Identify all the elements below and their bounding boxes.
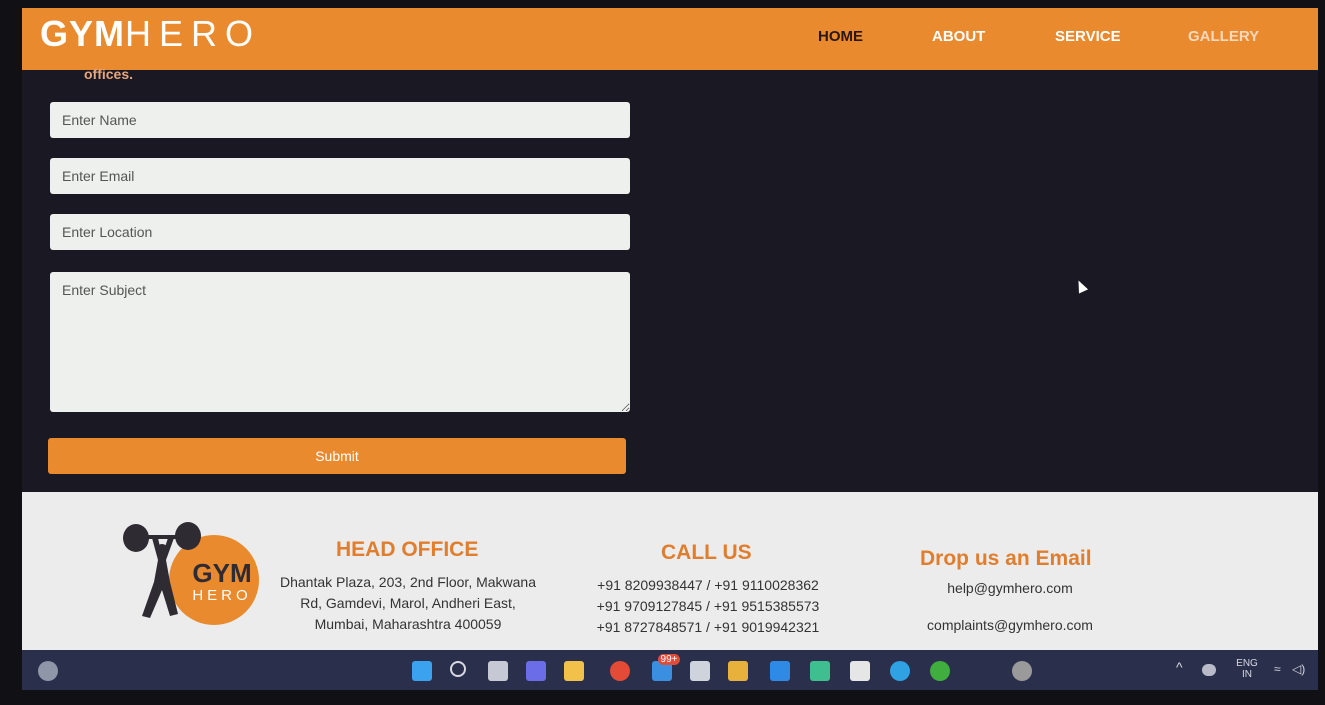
nav-gallery[interactable]: GALLERY [1188, 28, 1259, 45]
phone-line[interactable]: +91 8727848571 / +91 9019942321 [578, 617, 838, 638]
call-us-title: CALL US [661, 541, 752, 564]
windows-taskbar: 99+ ^ ENG IN ≈ ◁) [22, 650, 1318, 690]
language-indicator[interactable]: ENG IN [1232, 658, 1262, 680]
notion-icon[interactable] [850, 661, 870, 681]
nav-home[interactable]: HOME [818, 28, 863, 45]
logo-gym-text: GYM [192, 558, 251, 588]
phone-line[interactable]: +91 9709127845 / +91 9515385573 [578, 596, 838, 617]
volume-icon[interactable]: ◁) [1292, 663, 1305, 675]
logo-hero-text: HERO [192, 587, 251, 604]
location-input[interactable] [50, 214, 630, 250]
phone-line[interactable]: +91 8209938447 / +91 9110028362 [578, 575, 838, 596]
windows-start-icon[interactable] [412, 661, 432, 681]
brand-light: HERO [125, 13, 262, 54]
app-icon-3[interactable] [930, 661, 950, 681]
email-title: Drop us an Email [920, 547, 1092, 570]
site-footer: GYM HERO HEAD OFFICE Dhantak Plaza, 203,… [22, 492, 1318, 650]
brand-bold: GYM [40, 13, 126, 54]
subject-textarea[interactable] [50, 272, 630, 412]
head-office-address: Dhantak Plaza, 203, 2nd Floor, Makwana R… [266, 572, 550, 635]
chrome-icon[interactable] [610, 661, 630, 681]
weather-icon[interactable] [38, 661, 58, 681]
email-complaints[interactable]: complaints@gymhero.com [900, 615, 1120, 636]
phone-numbers: +91 8209938447 / +91 9110028362 +91 9709… [578, 575, 838, 638]
mouse-cursor-icon [1073, 278, 1089, 294]
submit-button[interactable]: Submit [48, 438, 626, 474]
settings-icon[interactable] [1012, 661, 1032, 681]
search-icon[interactable] [450, 661, 466, 677]
app-icon-2[interactable] [810, 661, 830, 681]
address-line: Mumbai, Maharashtra 400059 [314, 616, 502, 632]
address-line: Dhantak Plaza, 203, 2nd Floor, Makwana [279, 574, 537, 590]
email-help[interactable]: help@gymhero.com [910, 578, 1110, 599]
nav-about[interactable]: ABOUT [932, 28, 985, 45]
address-line: Rd, Gamdevi, Marol, Andheri East, [300, 595, 516, 611]
chat-icon[interactable] [526, 661, 546, 681]
screen: GYMHERO HOME ABOUT SERVICE GALLERY offic… [22, 8, 1318, 690]
chevron-up-icon[interactable]: ^ [1176, 660, 1183, 674]
telegram-icon[interactable] [890, 661, 910, 681]
app-icon[interactable] [728, 661, 748, 681]
nav-service[interactable]: SERVICE [1055, 28, 1121, 45]
wifi-icon[interactable]: ≈ [1274, 663, 1281, 675]
head-office-title: HEAD OFFICE [336, 538, 479, 561]
brand-logo[interactable]: GYMHERO [40, 13, 261, 55]
task-view-icon[interactable] [488, 661, 508, 681]
intro-text: offices. [84, 66, 134, 82]
vscode-icon[interactable] [770, 661, 790, 681]
cloud-icon[interactable] [1202, 664, 1216, 676]
site-header: GYMHERO HOME ABOUT SERVICE GALLERY [22, 8, 1318, 70]
email-input[interactable] [50, 158, 630, 194]
language-line1: ENG [1236, 658, 1258, 669]
mail-badge: 99+ [658, 654, 680, 665]
calendar-icon[interactable] [690, 661, 710, 681]
gym-hero-logo-icon: GYM HERO [123, 522, 259, 625]
language-line2: IN [1242, 669, 1252, 680]
name-input[interactable] [50, 102, 630, 138]
file-explorer-icon[interactable] [564, 661, 584, 681]
